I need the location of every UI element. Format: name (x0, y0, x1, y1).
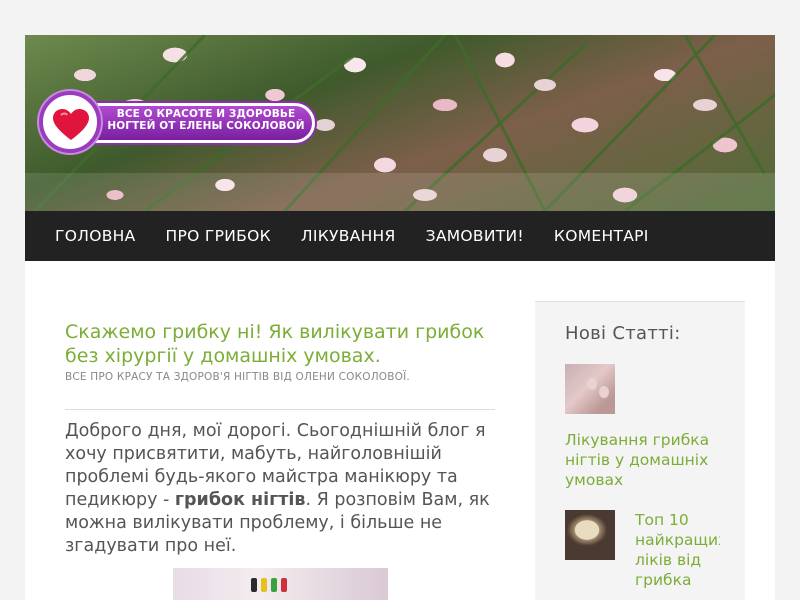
site-header: ВСЕ О КРАСОТЕ И ЗДОРОВЬЕ НОГТЕЙ ОТ ЕЛЕНЫ… (25, 35, 775, 211)
nav-item-treatment[interactable]: ЛІКУВАННЯ (286, 211, 411, 261)
nav-item-order[interactable]: ЗАМОВИТИ! (411, 211, 539, 261)
header-band (25, 173, 775, 211)
toe-shape (599, 386, 609, 398)
site-logo[interactable]: ВСЕ О КРАСОТЕ И ЗДОРОВЬЕ НОГТЕЙ ОТ ЕЛЕНЫ… (39, 91, 315, 153)
sidebar-title: Нові Статті: (565, 323, 681, 344)
post-body-bold: грибок нігтів (174, 490, 306, 510)
post-divider (65, 409, 495, 410)
sidebar: Нові Статті: Лікування грибка нігтів у д… (535, 301, 745, 600)
nav-item-home[interactable]: ГОЛОВНА (40, 211, 151, 261)
nail-polish-bottle (271, 578, 277, 592)
post-header: Скажемо грибку ні! Як вилікувати грибок … (65, 320, 495, 383)
nail-polish-bottle (251, 578, 257, 592)
toe-shape (587, 378, 597, 390)
article-thumbnail[interactable] (565, 510, 615, 560)
page-container: ВСЕ О КРАСОТЕ И ЗДОРОВЬЕ НОГТЕЙ ОТ ЕЛЕНЫ… (25, 0, 775, 600)
article-link[interactable]: Топ 10 найкращих ліків від грибка (635, 510, 720, 590)
main-navigation: ГОЛОВНА ПРО ГРИБОК ЛІКУВАННЯ ЗАМОВИТИ! К… (25, 211, 775, 261)
logo-text: ВСЕ О КРАСОТЕ И ЗДОРОВЬЕ НОГТЕЙ ОТ ЕЛЕНЫ… (107, 108, 305, 132)
nav-item-comments[interactable]: КОМЕНТАРІ (539, 211, 664, 261)
nav-item-about-fungus[interactable]: ПРО ГРИБОК (151, 211, 286, 261)
top-bar (25, 0, 775, 35)
article-thumbnail[interactable] (565, 364, 615, 414)
post-subtitle: ВСЕ ПРО КРАСУ ТА ЗДОРОВ'Я НІГТІВ ВІД ОЛЕ… (65, 371, 410, 383)
article-link[interactable]: Лікування грибка нігтів у домашніх умова… (565, 430, 730, 490)
post-image (173, 568, 388, 600)
post-body: Доброго дня, мої дорогі. Сьогоднішній бл… (65, 420, 495, 558)
nail-polish-bottle (261, 578, 267, 592)
post-title[interactable]: Скажемо грибку ні! Як вилікувати грибок … (65, 320, 495, 368)
nail-polish-bottle (281, 578, 287, 592)
heart-icon (53, 109, 89, 140)
